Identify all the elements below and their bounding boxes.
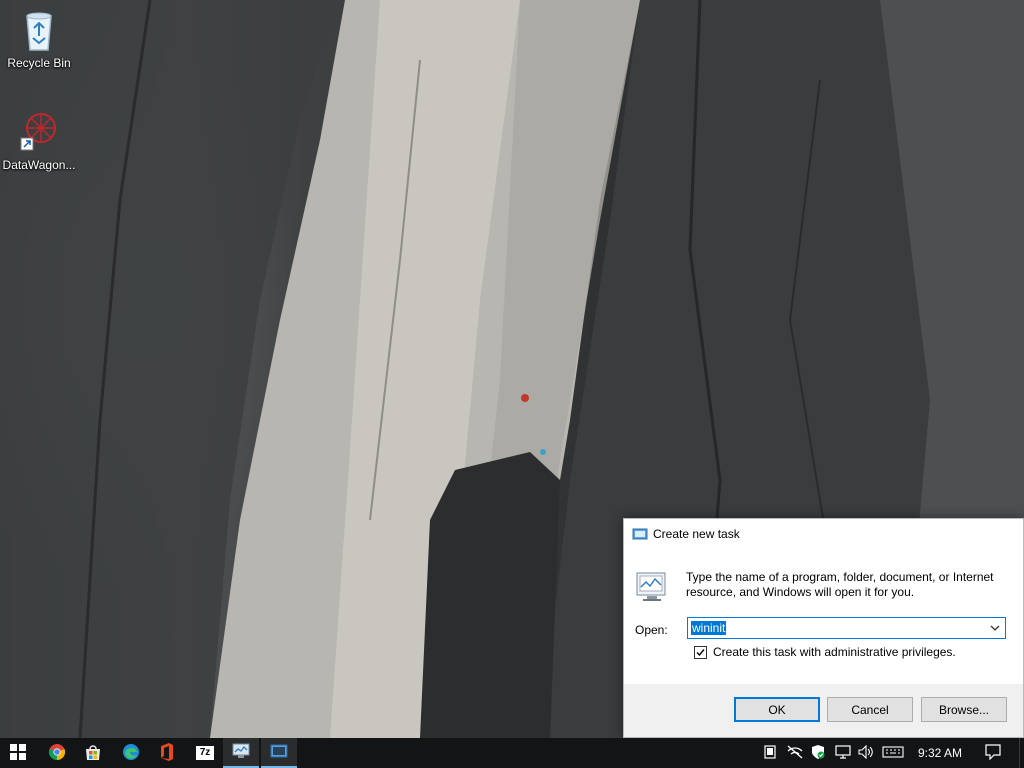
taskbar-office[interactable] <box>149 738 185 768</box>
taskbar-task-manager[interactable] <box>223 738 259 768</box>
taskbar-run-dialog[interactable] <box>261 738 297 768</box>
ok-button[interactable]: OK <box>734 697 820 722</box>
chrome-icon <box>48 743 66 764</box>
recycle-bin-label: Recycle Bin <box>7 56 71 70</box>
admin-privileges-checkbox[interactable] <box>694 645 707 659</box>
chevron-down-icon[interactable] <box>989 622 1001 634</box>
action-center-icon <box>985 743 1001 763</box>
tray-volume[interactable] <box>856 738 878 768</box>
tray-display[interactable] <box>832 738 854 768</box>
tray-tablet[interactable] <box>762 738 778 768</box>
start-button[interactable] <box>0 738 36 768</box>
store-icon <box>84 743 102 764</box>
datawagon-icon <box>15 108 63 156</box>
recycle-bin-icon <box>15 6 63 54</box>
taskbar: 7z 9:32 AM <box>0 738 1024 768</box>
taskbar-edge[interactable] <box>113 738 149 768</box>
open-combobox[interactable]: wininit <box>687 617 1006 639</box>
network-muted-icon <box>786 744 804 762</box>
defender-icon <box>811 744 825 763</box>
browse-button[interactable]: Browse... <box>921 697 1007 722</box>
action-center-button[interactable] <box>980 738 1006 768</box>
create-new-task-dialog: Create new task Type the name of a progr… <box>623 518 1024 738</box>
open-input-value[interactable]: wininit <box>691 621 727 635</box>
run-dialog-icon <box>270 744 288 761</box>
7zip-icon: 7z <box>196 746 214 760</box>
start-icon <box>10 743 26 763</box>
task-manager-icon <box>232 743 250 762</box>
taskbar-chrome[interactable] <box>39 738 75 768</box>
volume-icon <box>858 744 876 762</box>
admin-privileges-label: Create this task with administrative pri… <box>713 645 956 659</box>
dialog-title: Create new task <box>653 526 740 541</box>
edge-icon <box>122 743 140 764</box>
taskbar-store[interactable] <box>75 738 111 768</box>
tablet-icon <box>764 744 776 762</box>
admin-privileges-option[interactable]: Create this task with administrative pri… <box>694 645 956 659</box>
run-title-icon <box>632 527 648 541</box>
tray-network[interactable] <box>784 738 806 768</box>
cancel-button[interactable]: Cancel <box>827 697 913 722</box>
tray-defender[interactable] <box>808 738 828 768</box>
tray-keyboard[interactable] <box>880 738 906 768</box>
taskbar-clock[interactable]: 9:32 AM <box>904 738 976 768</box>
dialog-footer: OK Cancel Browse... <box>624 684 1023 737</box>
dialog-body: Type the name of a program, folder, docu… <box>624 548 1023 687</box>
taskbar-7zip[interactable]: 7z <box>187 738 223 768</box>
desktop-icon-recycle-bin[interactable]: Recycle Bin <box>1 6 77 70</box>
desktop-icon-datawagon[interactable]: DataWagon... <box>1 108 77 172</box>
keyboard-icon <box>882 745 904 761</box>
show-desktop-button[interactable] <box>1019 738 1024 768</box>
dialog-description: Type the name of a program, folder, docu… <box>686 570 994 599</box>
run-program-icon <box>635 570 669 604</box>
office-icon <box>159 742 175 764</box>
dialog-title-bar[interactable]: Create new task <box>624 519 1023 548</box>
open-label: Open: <box>635 623 668 637</box>
datawagon-label: DataWagon... <box>2 158 76 172</box>
display-icon <box>835 744 851 762</box>
